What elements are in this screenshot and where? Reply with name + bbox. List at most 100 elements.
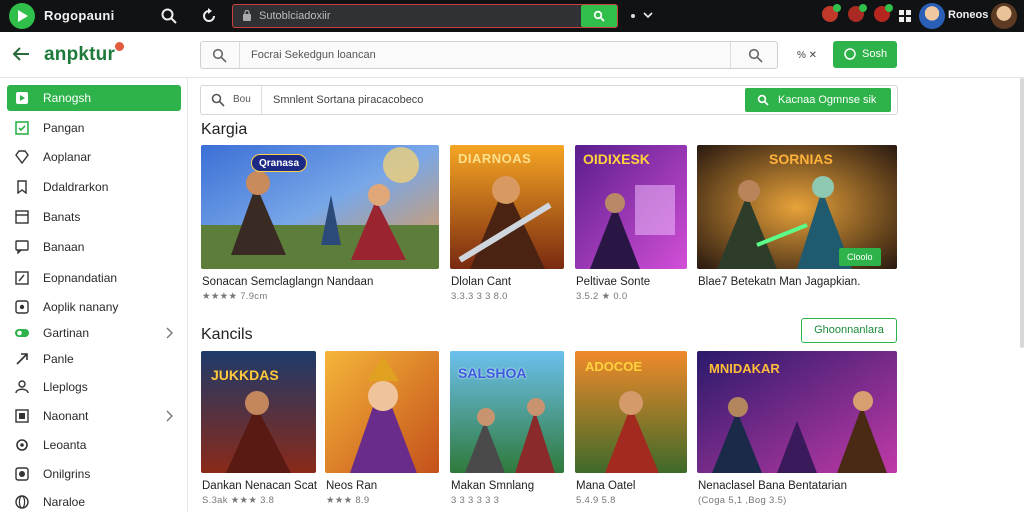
avatar[interactable]: [919, 3, 945, 29]
header-search-bar[interactable]: Focrai Sekedgun loancan: [200, 41, 778, 69]
chat-icon: [15, 240, 29, 254]
square-icon: [15, 300, 29, 314]
chevron-down-icon[interactable]: [643, 10, 653, 20]
back-arrow-icon[interactable]: [12, 46, 30, 62]
sidebar-item-label: Aoplik nanany: [43, 300, 119, 314]
game-logo-text: SORNIAS: [769, 151, 833, 167]
profile-avatar[interactable]: [991, 3, 1017, 29]
sidebar-item-home[interactable]: Ranogsh: [7, 85, 181, 111]
game-logo-text: OIDIXESK: [583, 151, 650, 167]
site-brand[interactable]: anpktur: [44, 44, 115, 66]
sidebar-item[interactable]: Naraloe: [7, 489, 181, 515]
app-thumbnail[interactable]: [201, 145, 439, 269]
sidebar-item-label: Ddaldrarkon: [43, 180, 109, 194]
sidebar-item-label: Ranogsh: [43, 91, 92, 105]
header-options[interactable]: % ✕: [797, 50, 817, 61]
app-thumbnail[interactable]: [325, 351, 439, 473]
sidebar-item[interactable]: Naonant: [7, 403, 181, 429]
sidebar-item-label: Lleplogs: [43, 380, 88, 394]
sidebar-item[interactable]: Eopnandatian: [7, 265, 181, 291]
chevron-right-icon[interactable]: [165, 327, 173, 339]
notification-dot: [115, 42, 124, 51]
menu-dot-icon[interactable]: [631, 14, 635, 18]
app-card[interactable]: MNIDAKAR Nenaclasel Bana Bentatarian (Co…: [697, 351, 897, 512]
app-name[interactable]: Peltivae Sonte: [576, 276, 650, 288]
diamond-icon: [15, 150, 29, 164]
app-name[interactable]: Neos Ran: [326, 480, 377, 492]
see-more-button[interactable]: Ghoonnanlara: [801, 318, 897, 343]
sidebar-item[interactable]: Onilgrins: [7, 461, 181, 487]
app-name[interactable]: Makan Smnlang: [451, 480, 534, 492]
main-search-bar[interactable]: Bou Smnlent Sortana piracacobeco Kacnaa …: [200, 85, 898, 115]
toggle-icon: [15, 329, 29, 337]
main-search-button[interactable]: Kacnaa Ogmnse sik: [745, 88, 891, 112]
sidebar-item[interactable]: Lleplogs: [7, 374, 181, 400]
sidebar-item[interactable]: Banaan: [7, 234, 181, 260]
section-title: Kancils: [201, 326, 253, 343]
home-icon: [16, 92, 28, 104]
sidebar-item[interactable]: Aoplanar: [7, 144, 181, 170]
app-rating: 3.5.2 ★ 0.0: [576, 291, 628, 302]
app-rating: S.3ak ★★★ 3.8: [202, 495, 275, 506]
app-card[interactable]: OIDIXESK Peltivae Sonte 3.5.2 ★ 0.0: [575, 145, 687, 305]
game-logo-text: MNIDAKAR: [709, 361, 780, 376]
check-square-icon: [15, 121, 29, 135]
app-name[interactable]: Blae7 Betekatn Man Jagapkian.: [698, 276, 860, 288]
app-title: Rogopauni: [44, 8, 115, 23]
globe-icon: [15, 495, 29, 509]
sidebar-item-label: Panle: [43, 352, 74, 366]
app-name[interactable]: Dankan Nenacan Scat: [202, 480, 317, 492]
search-icon: [757, 94, 769, 106]
app-tag: Qranasa: [251, 154, 308, 172]
app-card[interactable]: Neos Ran ★★★ 8.9: [325, 351, 439, 512]
refresh-icon[interactable]: [200, 7, 218, 25]
game-logo-text: DIARNOAS: [458, 151, 532, 166]
app-badge[interactable]: Cloolo: [839, 248, 881, 266]
sidebar-item[interactable]: Leoanta: [7, 432, 181, 458]
extension-icon[interactable]: [874, 4, 893, 22]
chevron-right-icon[interactable]: [165, 410, 173, 422]
address-go-button[interactable]: [581, 5, 617, 27]
sidebar-item-label: Banaan: [43, 240, 85, 254]
sidebar-item[interactable]: Aoplik nanany: [7, 294, 181, 320]
search-icon: [212, 48, 227, 63]
app-card[interactable]: ADOCOE Mana Oatel 5.4.9 5.8: [575, 351, 687, 512]
header-action-button[interactable]: Sosh: [833, 41, 897, 68]
extension-icon[interactable]: [848, 4, 867, 22]
search-filter-label[interactable]: Bou: [233, 94, 251, 105]
sidebar-item-label: Aoplanar: [43, 150, 92, 164]
window-icon: [15, 210, 29, 224]
app-card[interactable]: DIARNOAS Dlolan Cant 3.3.3 3 3 8.0: [450, 145, 564, 305]
phone-icon: [15, 467, 29, 481]
scrollbar[interactable]: [1020, 78, 1024, 348]
app-name[interactable]: Sonacan Semclaglangn Nandaan: [202, 276, 373, 288]
bookmark-icon: [17, 180, 27, 194]
app-card[interactable]: SORNIAS Cloolo Blae7 Betekatn Man Jagapk…: [697, 145, 897, 305]
app-name[interactable]: Mana Oatel: [576, 480, 635, 492]
sidebar-item[interactable]: Ddaldrarkon: [7, 174, 181, 200]
extension-icon[interactable]: [822, 4, 841, 22]
site-header: anpktur Focrai Sekedgun loancan % ✕ Sosh: [0, 32, 1024, 78]
main-search-button-label: Kacnaa Ogmnse sik: [778, 94, 877, 106]
sidebar-item[interactable]: Panle: [7, 346, 181, 372]
search-icon: [593, 10, 605, 22]
app-name[interactable]: Nenaclasel Bana Bentatarian: [698, 480, 847, 492]
sidebar-item-label: Gartinan: [43, 326, 90, 340]
sidebar-item[interactable]: Banats: [7, 204, 181, 230]
app-logo-icon[interactable]: [9, 3, 35, 29]
sidebar-item[interactable]: Pangan: [7, 115, 181, 141]
address-bar[interactable]: Sutoblciadoxiir: [232, 4, 618, 28]
app-card[interactable]: Qranasa Sonacan Semclaglangn Nandaan ★★★…: [201, 145, 439, 305]
app-card[interactable]: SALSHOA Makan Smnlang 3 3 3 3 3 3: [450, 351, 564, 512]
game-logo-text: SALSHOA: [458, 365, 527, 381]
search-icon: [211, 93, 225, 107]
chat-icon: [844, 48, 856, 60]
app-card[interactable]: JUKKDAS Dankan Nenacan Scat S.3ak ★★★ 3.…: [201, 351, 317, 512]
search-icon[interactable]: [748, 48, 763, 63]
app-rating: (Coga 5,1 ,Bog 3.5): [698, 495, 787, 506]
app-name[interactable]: Dlolan Cant: [451, 276, 511, 288]
search-icon[interactable]: [160, 7, 178, 25]
sidebar-item[interactable]: Gartinan: [7, 320, 181, 346]
lock-icon: [243, 10, 251, 21]
grid-icon[interactable]: [899, 10, 911, 22]
